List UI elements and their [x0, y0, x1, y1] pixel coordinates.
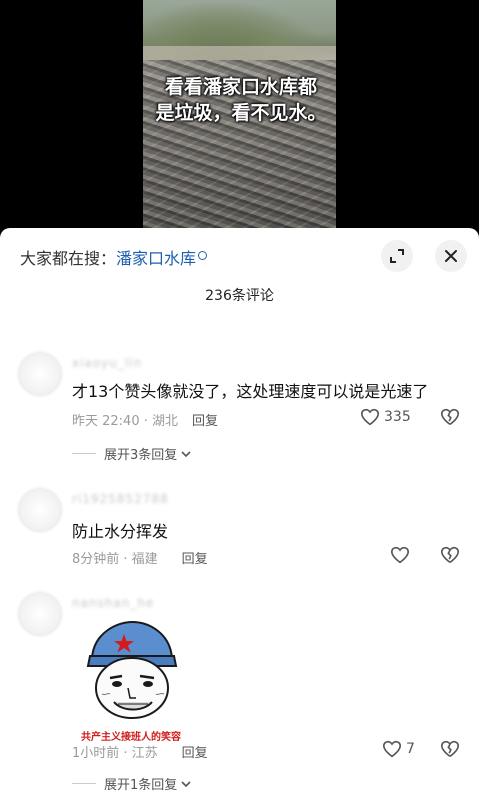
like-button[interactable]: 7 [382, 740, 415, 758]
video-caption-line2: 是垃圾，看不见水。 [155, 102, 327, 124]
heart-icon [382, 740, 402, 758]
expand-replies-label: 展开1条回复 [104, 778, 178, 793]
dislike-button[interactable] [440, 740, 460, 762]
dislike-button[interactable] [440, 408, 460, 430]
heart-icon [360, 408, 380, 426]
video-frame[interactable]: 看看潘家口水库都 是垃圾，看不见水。 [143, 0, 336, 228]
broken-heart-icon [440, 740, 460, 758]
expand-replies-label: 展开3条回复 [104, 448, 178, 463]
video-preview[interactable]: 看看潘家口水库都 是垃圾，看不见水。 [0, 0, 479, 228]
comment-username[interactable]: xiaoyu_lin [72, 356, 142, 370]
like-count: 335 [384, 409, 411, 425]
close-button[interactable] [435, 240, 467, 272]
shoreline [143, 46, 336, 60]
expand-button[interactable] [381, 240, 413, 272]
dislike-button[interactable] [440, 546, 460, 568]
reply-button[interactable]: 回复 [192, 414, 218, 429]
avatar[interactable] [18, 592, 62, 636]
expand-replies-button[interactable]: 展开1条回复 [72, 774, 192, 793]
like-button[interactable]: 335 [360, 408, 411, 426]
sticker-face-illustration [86, 620, 178, 719]
reply-button[interactable]: 回复 [182, 552, 208, 567]
avatar[interactable] [18, 352, 62, 396]
chevron-down-icon [181, 450, 191, 457]
video-caption-line1: 看看潘家口水库都 [164, 76, 317, 98]
reply-button[interactable]: 回复 [182, 746, 208, 761]
trending-search[interactable]: 大家都在搜：潘家口水库 [20, 245, 208, 269]
comment-text: 防止水分挥发 [72, 522, 169, 541]
like-count: 7 [406, 741, 415, 757]
like-button[interactable] [390, 546, 414, 564]
close-icon [445, 250, 457, 262]
sticker-caption: 共产主义接班人的笑容 [81, 732, 181, 743]
trending-search-keyword[interactable]: 潘家口水库 [116, 249, 196, 268]
comment-username[interactable]: nanshan_he [72, 596, 154, 610]
divider [72, 783, 96, 784]
comment-time-location: 8分钟前 · 福建 [72, 552, 158, 567]
expand-icon [390, 249, 404, 263]
divider [72, 453, 96, 454]
comment-count: 236条评论 [205, 288, 274, 304]
expand-replies-button[interactable]: 展开3条回复 [72, 444, 192, 463]
comment-time-location: 昨天 22:40 · 湖北 [72, 414, 178, 429]
broken-heart-icon [440, 546, 460, 564]
comment-meta: 1小时前 · 江苏 回复 [72, 742, 208, 761]
avatar[interactable] [18, 488, 62, 532]
search-icon [198, 251, 208, 260]
comment-username[interactable]: ri1925852788 [72, 492, 169, 506]
video-caption: 看看潘家口水库都 是垃圾，看不见水。 [155, 74, 327, 126]
sticker-image[interactable]: 共产主义接班人的笑容 [72, 616, 190, 744]
comment-text: 才13个赞头像就没了，这处理速度可以说是光速了 [72, 382, 429, 401]
comment-meta: 8分钟前 · 福建 回复 [72, 548, 208, 567]
comment-sheet: 大家都在搜：潘家口水库 236条评论 xiaoyu_lin 才13个赞头像就没了… [0, 228, 479, 800]
comment-meta: 昨天 22:40 · 湖北 回复 [72, 410, 218, 429]
heart-icon [390, 546, 410, 564]
comment-time-location: 1小时前 · 江苏 [72, 746, 158, 761]
chevron-down-icon [181, 780, 191, 787]
broken-heart-icon [440, 408, 460, 426]
trending-search-prefix: 大家都在搜： [20, 249, 117, 268]
